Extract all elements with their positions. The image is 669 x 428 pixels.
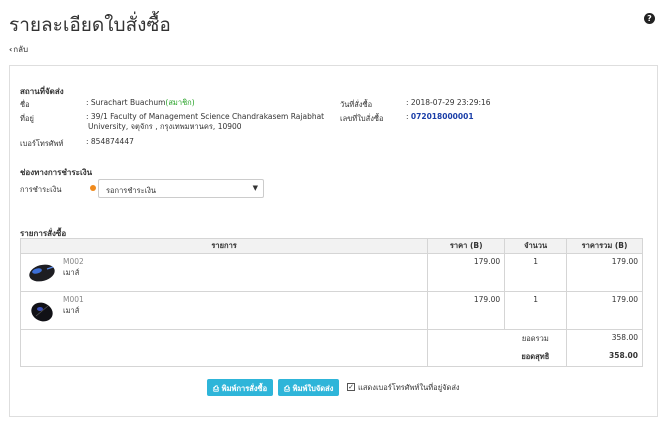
show-phone-label: แสดงเบอร์โทรศัพท์ในที่อยู่จัดส่ง (358, 383, 460, 392)
product-name: เมาส์ (63, 306, 80, 315)
show-phone-checkbox[interactable]: ✓ (347, 383, 355, 391)
item-price: 179.00 (427, 253, 506, 292)
product-name: เมาส์ (63, 268, 80, 277)
item-total: 179.00 (566, 253, 643, 292)
product-code[interactable]: M002 (63, 257, 84, 266)
page-title: รายละเอียดใบสั่งซื้อ (9, 14, 171, 36)
order-no-prefix: : (406, 112, 409, 121)
help-icon[interactable]: ? (644, 13, 655, 24)
member-tag: (สมาชิก) (165, 98, 195, 107)
col-item: รายการ (19, 238, 429, 254)
item-cell: M001 เมาส์ (19, 291, 429, 330)
col-price: ราคา (B) (427, 238, 506, 254)
spacer-cell (427, 329, 505, 348)
spacer-cell (19, 348, 429, 367)
net-total-label: ยอดสุทธิ (504, 348, 568, 367)
print-order-label: พิมพ์การสั่งซื้อ (221, 384, 268, 393)
order-detail-card: สถานที่จัดส่ง ชื่อ : Surachart Buachum(ส… (9, 65, 658, 417)
name-label: ชื่อ (20, 100, 30, 109)
order-no: : 072018000001 (406, 112, 474, 122)
item-total: 179.00 (566, 291, 643, 330)
spacer-cell (427, 348, 505, 367)
item-price: 179.00 (427, 291, 506, 330)
subtotal-label: ยอดรวม (504, 329, 568, 348)
shipping-heading: สถานที่จัดส่ง (20, 87, 64, 96)
phone-label: เบอร์โทรศัพท์ (20, 139, 64, 148)
customer-name: : Surachart Buachum (86, 98, 166, 107)
net-total-row: ยอดสุทธิ 358.00 (19, 348, 643, 367)
payment-status-select[interactable]: รอการชำระเงิน ▼ (98, 179, 264, 198)
mouse-product-image (31, 302, 53, 322)
product-code[interactable]: M001 (63, 295, 84, 304)
status-dot-icon (90, 185, 96, 191)
col-qty: จำนวน (504, 238, 568, 254)
back-link[interactable]: ‹กลับ (9, 43, 28, 56)
address-label: ที่อยู่ (20, 114, 34, 123)
col-total: ราคารวม (B) (566, 238, 643, 254)
order-date-label: วันที่สั่งซื้อ (340, 100, 373, 109)
address-line1: : 39/1 Faculty of Management Science Cha… (86, 112, 325, 121)
item-qty: 1 (504, 291, 568, 330)
printer-icon: ⎙ (284, 384, 290, 393)
back-label: กลับ (13, 45, 29, 54)
net-total-value: 358.00 (566, 348, 643, 367)
print-order-button[interactable]: ⎙ พิมพ์การสั่งซื้อ (207, 379, 274, 396)
phone-value: : 854874447 (86, 137, 134, 146)
payment-status-value: รอการชำระเงิน (106, 186, 157, 195)
order-no-value[interactable]: 072018000001 (411, 112, 474, 121)
mouse-product-image (29, 264, 55, 282)
printer-icon: ⎙ (213, 384, 219, 393)
payment-label: การชำระเงิน (20, 185, 62, 194)
table-row: M001 เมาส์ 179.00 1 179.00 (19, 291, 643, 330)
subtotal-value: 358.00 (566, 329, 643, 348)
print-shipping-button[interactable]: ⎙ พิมพ์ใบจัดส่ง (278, 379, 340, 396)
print-shipping-label: พิมพ์ใบจัดส่ง (292, 384, 334, 393)
chevron-down-icon: ▼ (252, 184, 258, 192)
name-value: : Surachart Buachum(สมาชิก) (86, 98, 195, 108)
order-date-value: : 2018-07-29 23:29:16 (406, 98, 491, 107)
spacer-cell (19, 329, 429, 348)
subtotal-row: ยอดรวม 358.00 (19, 329, 643, 348)
address-line2: University, จตุจักร , กรุงเทพมหานคร, 109… (88, 122, 242, 131)
table-header-row: รายการ ราคา (B) จำนวน ราคารวม (B) (19, 238, 643, 254)
chevron-left-icon: ‹ (9, 45, 13, 54)
item-qty: 1 (504, 253, 568, 292)
order-items-table: รายการ ราคา (B) จำนวน ราคารวม (B) M002 เ… (19, 238, 643, 367)
item-cell: M002 เมาส์ (19, 253, 429, 292)
table-row: M002 เมาส์ 179.00 1 179.00 (19, 253, 643, 292)
payment-heading: ช่องทางการชำระเงิน (20, 168, 93, 177)
order-no-label: เลขที่ใบสั่งซื้อ (340, 114, 384, 123)
